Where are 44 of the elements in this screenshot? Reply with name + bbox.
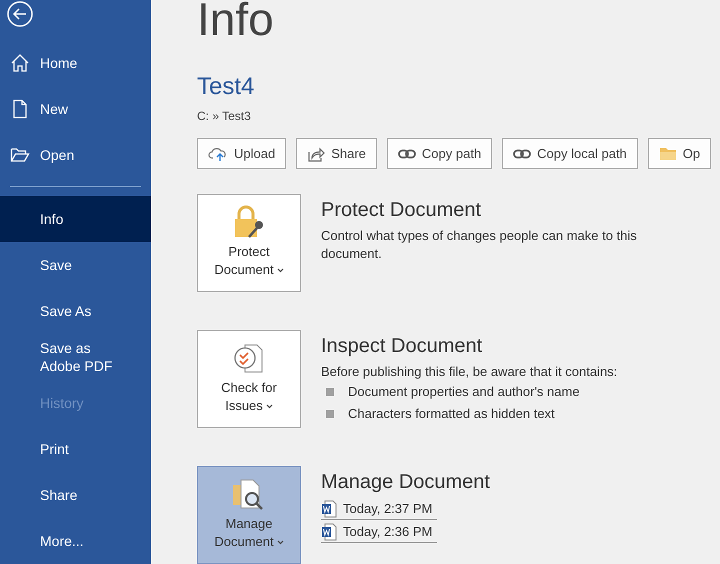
- section-description: Control what types of changes people can make to this document.: [321, 227, 638, 263]
- word-document-icon: [321, 500, 337, 518]
- document-path: C: » Test3: [197, 108, 252, 125]
- sidebar-item[interactable]: Home: [0, 40, 151, 86]
- section-button[interactable]: Manage Document: [197, 466, 301, 564]
- sidebar-item[interactable]: More...: [0, 518, 151, 564]
- toolbar-button[interactable]: Upload: [197, 138, 286, 169]
- sidebar-item[interactable]: Save: [0, 242, 151, 288]
- share-icon: [307, 146, 326, 162]
- toolbar-button[interactable]: Copy local path: [502, 138, 638, 169]
- version-link[interactable]: Today, 2:36 PM: [321, 521, 437, 543]
- chevron-down-icon: [276, 540, 284, 544]
- word-document-icon: [321, 522, 337, 540]
- chevron-down-icon: [276, 268, 284, 272]
- folder-icon: [658, 146, 677, 160]
- section-description: Before publishing this file, be aware that it contains:: [321, 363, 618, 381]
- link-icon: [513, 148, 532, 158]
- sidebar-item[interactable]: Share: [0, 472, 151, 518]
- sidebar-item[interactable]: Save as Adobe PDF: [0, 334, 151, 380]
- section-button[interactable]: Check for Issues: [197, 330, 301, 428]
- sidebar-item[interactable]: Open: [0, 132, 151, 178]
- sidebar-item[interactable]: New: [0, 86, 151, 132]
- bullet-icon: [326, 410, 334, 418]
- bullet-text: Document properties and author's name: [348, 383, 580, 401]
- toolbar-button[interactable]: Copy path: [386, 138, 492, 169]
- section-title: Manage Document: [321, 470, 490, 494]
- sidebar-item[interactable]: Info: [0, 196, 151, 242]
- sidebar-item[interactable]: Save As: [0, 288, 151, 334]
- version-link[interactable]: Today, 2:37 PM: [321, 498, 437, 520]
- bullet-icon: [326, 388, 334, 396]
- home-icon: [10, 53, 30, 73]
- link-icon: [398, 148, 416, 158]
- section-title: Protect Document: [321, 198, 482, 222]
- page-title: Info: [197, 0, 275, 47]
- sidebar-item[interactable]: Print: [0, 426, 151, 472]
- back-icon[interactable]: [7, 1, 33, 27]
- cloud-upload-icon: [208, 146, 228, 162]
- document-name: Test4: [197, 72, 256, 102]
- section-title: Inspect Document: [321, 334, 484, 358]
- toolbar-button[interactable]: Share: [296, 138, 377, 169]
- bullet-text: Characters formatted as hidden text: [348, 405, 555, 423]
- toolbar-button[interactable]: Op: [648, 138, 712, 169]
- chevron-down-icon: [266, 404, 273, 408]
- section-button[interactable]: Protect Document: [197, 194, 301, 292]
